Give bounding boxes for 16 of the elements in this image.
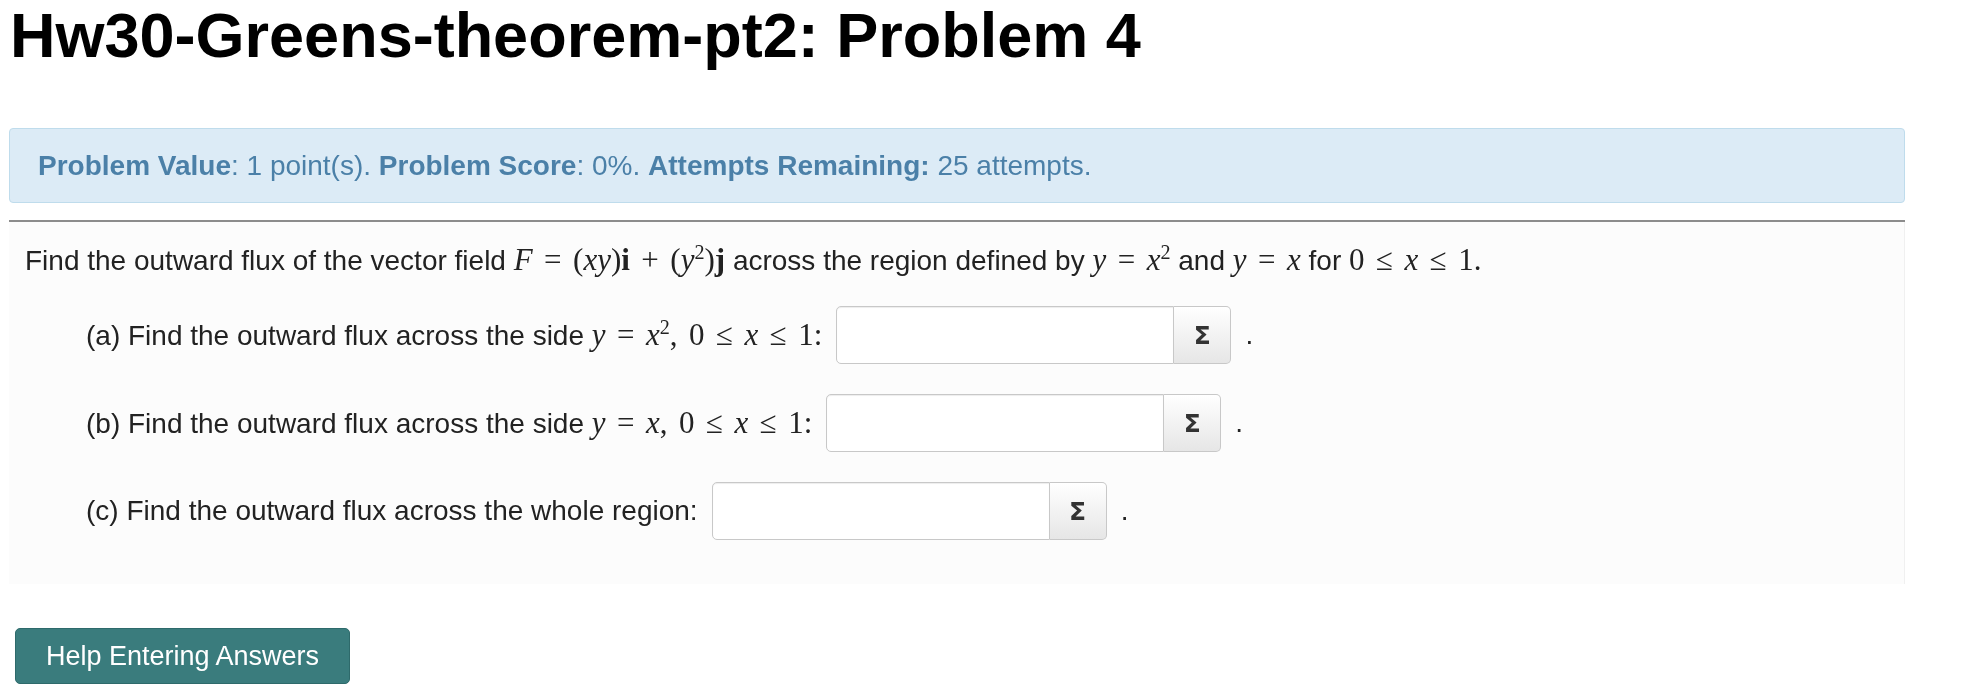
equation-editor-button[interactable]: Σ xyxy=(1174,306,1232,364)
answer-field[interactable] xyxy=(826,394,1165,452)
help-button[interactable]: Help Entering Answers xyxy=(15,628,350,684)
answer-field[interactable] xyxy=(711,482,1050,540)
question-text: (b) Find the outward flux across the side y = x, 0 ≤ x ≤ 1: xyxy=(86,406,813,440)
question-text: (c) Find the outward flux across the whole region: xyxy=(86,495,698,527)
answer-field[interactable] xyxy=(836,306,1175,364)
page-title: Hw30-Greens-theorem-pt2: Problem 4 xyxy=(9,0,1142,70)
trailing-period: . xyxy=(1120,495,1129,527)
equation-editor-button[interactable]: Σ xyxy=(1164,394,1222,452)
question-text: (a) Find the outward flux across the side y = x$^{2}$, 0 ≤ x ≤ 1: xyxy=(86,318,823,352)
problem-statement: Find the outward flux of the vector field F = (xy)i + (y$^{2}$)j across the region defined by y = x$^{2}$ and y = x for 0 ≤ x ≤ 1. xyxy=(25,244,1483,277)
equation-editor-button[interactable]: Σ xyxy=(1049,482,1107,540)
problem-status-text: Problem Value: 1 point(s). Problem Score: 0%. Attempts Remaining: 25 attempts. xyxy=(38,149,1092,182)
trailing-period: . xyxy=(1245,319,1254,351)
trailing-period: . xyxy=(1235,407,1244,439)
